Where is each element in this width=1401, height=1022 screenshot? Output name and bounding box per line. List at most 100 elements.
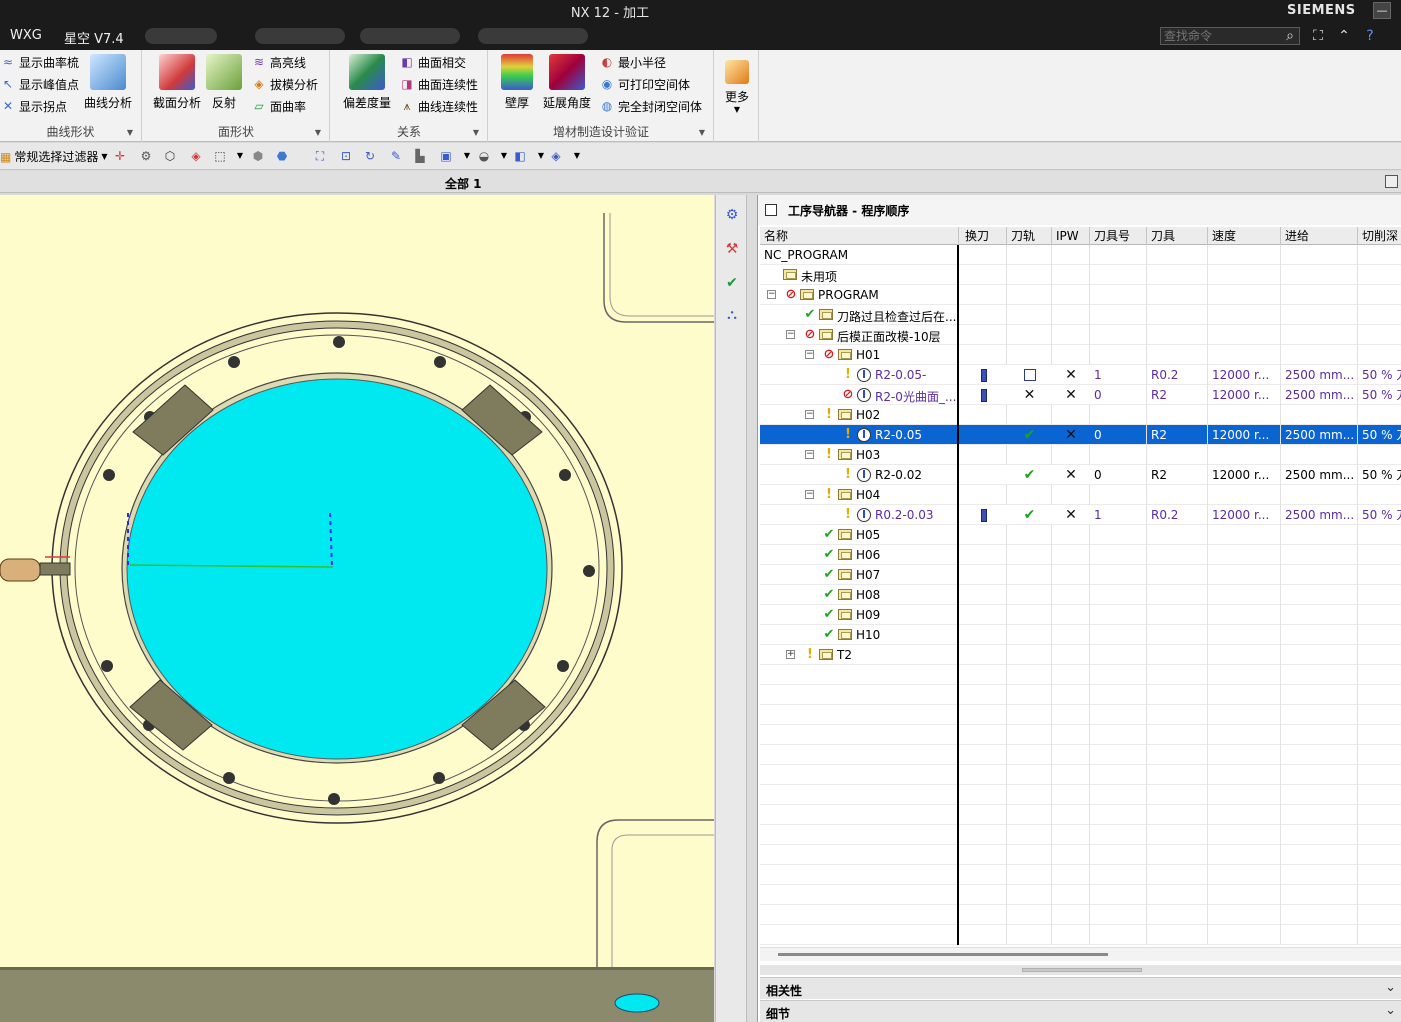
tree-node[interactable]: +! T2 — [760, 645, 957, 665]
help-icon[interactable]: ? — [1360, 26, 1380, 46]
chevron-down-icon[interactable]: ▼ — [232, 148, 248, 164]
tree-row[interactable]: ✔ H05 — [760, 525, 1401, 545]
chevron-down-icon[interactable]: ▼ — [459, 148, 475, 164]
part-navigator-icon[interactable]: ⛬ — [722, 305, 742, 325]
tree-row[interactable]: ✔ 刀路过且检查过后在... — [760, 305, 1401, 325]
tree-node[interactable]: − ⊘ 后模正面改模-10层 — [760, 325, 957, 345]
chevron-down-icon[interactable]: ⌄ — [1385, 1003, 1396, 1018]
tree-node[interactable]: −! H04 — [760, 485, 957, 505]
collapse-icon[interactable]: − — [805, 410, 814, 419]
operation-row[interactable]: ✕ 1R0.212000 r...2500 mm...50 % 刀! R2-0.05… — [760, 365, 1401, 385]
column-header-speed[interactable]: 速度 — [1208, 227, 1281, 245]
pan-icon[interactable]: ✎ — [388, 148, 404, 164]
collapse-icon[interactable]: − — [805, 490, 814, 499]
panel-splitter[interactable] — [760, 965, 1401, 975]
operation-navigator-icon[interactable]: ⚙ — [722, 205, 742, 225]
tree-node[interactable]: −! H02 — [760, 405, 957, 425]
column-header-tool[interactable]: 刀具 — [1147, 227, 1208, 245]
draft-analysis-button[interactable]: ◈ 拔模分析 — [251, 74, 318, 94]
printable-volume-button[interactable]: ◉ 可打印空间体 — [599, 74, 690, 94]
render-style-icon[interactable]: ◒ — [476, 148, 492, 164]
tree-row[interactable]: − ⊘ 后模正面改模-10层 — [760, 325, 1401, 345]
splitter-grip[interactable] — [1022, 968, 1142, 972]
section-view-icon[interactable]: ◈ — [548, 148, 564, 164]
tree-row[interactable]: ✔ H10 — [760, 625, 1401, 645]
column-header-cut-depth[interactable]: 切削深 — [1358, 227, 1401, 245]
horizontal-scrollbar[interactable] — [760, 947, 1401, 961]
deviation-gauge-button[interactable]: 偏差度量 — [337, 54, 397, 114]
fit-view-icon[interactable]: ⛶ — [312, 148, 328, 164]
collapse-ribbon-icon[interactable]: ⌃ — [1334, 26, 1354, 46]
show-curvature-comb-button[interactable]: ≈ 显示曲率梳 — [0, 52, 79, 72]
reflection-button[interactable]: 反射 — [199, 54, 249, 114]
blurred-tab[interactable] — [145, 28, 217, 44]
operation-row[interactable]: ✔ ✕ 0R212000 r...2500 mm...50 % 刀! R2-0.05 — [760, 425, 1401, 445]
tree-node[interactable]: 未用项 — [760, 265, 957, 285]
collapse-icon[interactable]: − — [805, 350, 814, 359]
menu-item-wxg[interactable]: WXG — [10, 28, 42, 43]
navigator-toggle-checkbox[interactable] — [765, 204, 777, 216]
tree-node[interactable]: −! H03 — [760, 445, 957, 465]
chevron-down-icon[interactable]: ▼ — [496, 148, 512, 164]
curve-analysis-button[interactable]: 曲线分析 — [80, 54, 136, 114]
chevron-down-icon[interactable]: ▼ — [127, 128, 133, 137]
tree-node[interactable]: ✔ H10 — [760, 625, 957, 645]
tree-row[interactable]: ✔ H08 — [760, 585, 1401, 605]
tree-row[interactable]: − ⊘ H01 — [760, 345, 1401, 365]
collapse-icon[interactable]: − — [805, 450, 814, 459]
graphics-viewport[interactable] — [0, 195, 714, 1022]
section-analysis-button[interactable]: 截面分析 — [149, 54, 205, 114]
tree-node[interactable]: ! R2-0.05 — [760, 425, 957, 445]
tree-node[interactable]: ! R2-0.02 — [760, 465, 957, 485]
more-button[interactable]: 更多 ▼ — [719, 54, 755, 114]
tree-row[interactable]: −! H04 — [760, 485, 1401, 505]
fullscreen-icon[interactable]: ⛶ — [1308, 26, 1328, 46]
layout-icon[interactable]: ▣ — [438, 148, 454, 164]
column-header-name[interactable]: 名称 — [760, 227, 959, 245]
tree-node[interactable]: − ⊘ H01 — [760, 345, 957, 365]
surface-continuity-button[interactable]: ◨ 曲面连续性 — [399, 74, 478, 94]
menu-item-xingkong[interactable]: 星空 V7.4 — [64, 28, 124, 47]
tree-row[interactable]: − ⊘ PROGRAM — [760, 285, 1401, 305]
tree-node[interactable]: ✔ H09 — [760, 605, 957, 625]
collapse-icon[interactable]: − — [767, 290, 776, 299]
tree-row[interactable]: 未用项 — [760, 265, 1401, 285]
tree-node[interactable]: ! R0.2-0.03 — [760, 505, 957, 525]
zoom-icon[interactable]: ⊡ — [338, 148, 354, 164]
chevron-down-icon[interactable]: ▼ — [569, 148, 585, 164]
collapse-icon[interactable]: − — [786, 330, 795, 339]
column-header-feed[interactable]: 进给 — [1281, 227, 1358, 245]
tree-node[interactable]: ! R2-0.05- — [760, 365, 957, 385]
wall-thickness-button[interactable]: 壁厚 — [495, 54, 539, 114]
rotate-icon[interactable]: ↻ — [362, 148, 378, 164]
wireframe-icon[interactable]: ⬢ — [250, 148, 266, 164]
machine-tool-navigator-icon[interactable]: ⚒ — [722, 239, 742, 259]
resource-bar-scroll[interactable] — [747, 195, 757, 1022]
blurred-tab[interactable] — [255, 28, 345, 44]
search-icon[interactable]: ⌕ — [1280, 26, 1300, 46]
tree-row[interactable]: ✔ H07 — [760, 565, 1401, 585]
shaded-icon[interactable]: ⬣ — [274, 148, 290, 164]
operation-row[interactable]: ✔ ✕ 1R0.212000 r...2500 mm...50 % 刀! R0.2-0… — [760, 505, 1401, 525]
feature-navigator-icon[interactable]: ✔ — [722, 273, 742, 293]
tree-node[interactable]: ✔ 刀路过且检查过后在... — [760, 305, 957, 325]
tree-row[interactable]: −! H02 — [760, 405, 1401, 425]
select-hex-icon[interactable]: ⬡ — [162, 148, 178, 164]
tree-node[interactable]: NC_PROGRAM — [760, 245, 957, 265]
column-header-ipw[interactable]: IPW — [1052, 227, 1090, 245]
highlight-lines-button[interactable]: ≋ 高亮线 — [251, 52, 306, 72]
enclosed-volume-button[interactable]: ◍ 完全封闭空间体 — [599, 96, 702, 116]
select-feature-icon[interactable]: ⚙ — [138, 148, 154, 164]
chevron-down-icon[interactable]: ▼ — [699, 128, 705, 137]
curve-continuity-button[interactable]: ⩚ 曲线连续性 — [399, 96, 478, 116]
tree-node[interactable]: ✔ H06 — [760, 545, 957, 565]
snap-point-icon[interactable]: ✛ — [112, 148, 128, 164]
chevron-down-icon[interactable]: ▼ — [533, 148, 549, 164]
operation-row[interactable]: ✕ ✕ 0R212000 r...2500 mm...50 % 刀 ⊘ R2-0光曲面_… — [760, 385, 1401, 405]
tree-node[interactable]: − ⊘ PROGRAM — [760, 285, 957, 305]
orient-view-icon[interactable]: ▙ — [412, 148, 428, 164]
tree-node[interactable]: ✔ H08 — [760, 585, 957, 605]
tree-row[interactable]: −! H03 — [760, 445, 1401, 465]
command-search-input[interactable] — [1160, 27, 1300, 45]
show-peak-points-button[interactable]: ↖ 显示峰值点 — [0, 74, 79, 94]
